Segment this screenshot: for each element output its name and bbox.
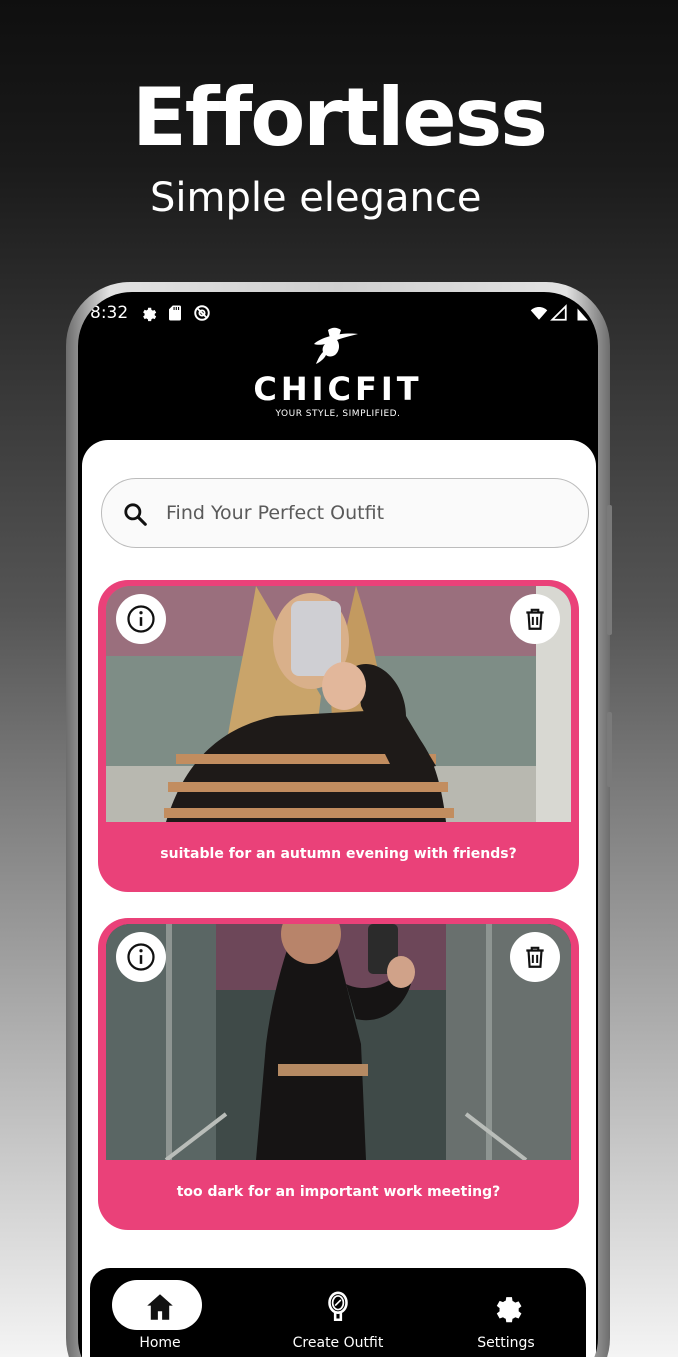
search-icon <box>124 503 147 526</box>
sd-card-icon <box>169 305 181 321</box>
outfit-info-button[interactable] <box>116 594 166 644</box>
phone-power-button <box>607 712 612 787</box>
status-time: 8:32 <box>90 303 129 323</box>
outfit-caption: too dark for an important work meeting? <box>176 1184 501 1200</box>
outfit-photo[interactable] <box>106 586 571 822</box>
mirror-icon <box>328 1291 348 1322</box>
nav-item-settings[interactable]: Settings <box>436 1278 576 1357</box>
home-icon <box>147 1294 173 1320</box>
outfit-delete-button[interactable] <box>510 594 560 644</box>
info-icon <box>127 943 155 971</box>
phone-screen: 8:32 CHICFIT YOUR STYLE, SIMPLIFIED. Fin… <box>78 292 598 1357</box>
status-bar: 8:32 <box>78 302 598 326</box>
app-name: CHICFIT <box>253 370 423 408</box>
promo-headline: Effortless <box>132 71 548 164</box>
wifi-icon <box>530 307 548 320</box>
woman-hat-logo-icon <box>314 327 358 364</box>
info-icon <box>127 605 155 633</box>
app-tagline: YOUR STYLE, SIMPLIFIED. <box>275 409 401 419</box>
trash-icon <box>526 608 544 630</box>
nav-item-home[interactable]: Home <box>90 1278 230 1357</box>
nav-item-create-outfit[interactable]: Create Outfit <box>268 1278 408 1357</box>
sync-icon <box>194 305 210 321</box>
signal-icon <box>550 304 567 321</box>
outfit-delete-button[interactable] <box>510 932 560 982</box>
gear-icon <box>143 307 157 322</box>
outfit-info-button[interactable] <box>116 932 166 982</box>
search-bar[interactable] <box>101 478 589 548</box>
trash-icon <box>526 946 544 968</box>
gear-icon <box>496 1297 522 1323</box>
outfit-card[interactable]: suitable for an autumn evening with frie… <box>98 580 579 892</box>
outfit-caption: suitable for an autumn evening with frie… <box>160 846 517 862</box>
main-content: suitable for an autumn evening with frie… <box>82 440 596 1357</box>
outfit-photo[interactable] <box>106 924 571 1160</box>
nav-label-create-outfit: Create Outfit <box>292 1335 384 1351</box>
search-input[interactable] <box>166 495 566 531</box>
bottom-navigation: Home Create Outfit Settings <box>90 1268 586 1357</box>
outfit-card[interactable]: too dark for an important work meeting? <box>98 918 579 1230</box>
promo-subheadline: Simple elegance <box>150 175 482 221</box>
battery-icon <box>577 308 588 321</box>
phone-volume-button <box>607 505 612 635</box>
nav-label-settings: Settings <box>477 1335 535 1351</box>
nav-label-home: Home <box>139 1335 181 1351</box>
